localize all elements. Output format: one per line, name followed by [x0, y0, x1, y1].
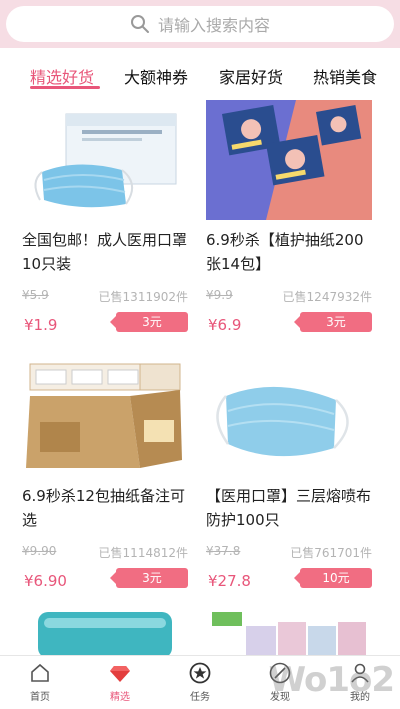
original-price: ¥9.90: [22, 544, 57, 558]
sale-price: ¥6.9: [208, 316, 242, 334]
product-title: 【医用口罩】三层熔喷布防护100只: [206, 487, 372, 529]
search-placeholder: 请输入搜索内容: [157, 16, 270, 35]
tabbar-item-featured[interactable]: 精选: [90, 662, 150, 703]
diamond-icon: [110, 666, 130, 682]
product-title: 6.9秒杀12包抽纸备注可选: [22, 487, 185, 529]
sale-price: ¥6.90: [24, 572, 67, 590]
tabbar-label: 任务: [190, 692, 210, 703]
search-bar[interactable]: 请输入搜索内容: [6, 6, 394, 42]
product-image-tissue-box[interactable]: [22, 356, 188, 476]
sale-price: ¥1.9: [24, 316, 58, 334]
product-title: 6.9秒杀【植护抽纸200张14包】: [206, 231, 364, 273]
site-watermark: Wo1o2: [268, 660, 395, 700]
product-image-tissue[interactable]: [206, 100, 372, 220]
category-tabs: 精选好货 大额神券 家居好货 热销美食: [0, 56, 400, 100]
tab-home-goods[interactable]: 家居好货: [219, 64, 283, 88]
product-image-medical-mask[interactable]: [206, 356, 372, 476]
product-title: 全国包邮！成人医用口罩10只装: [22, 231, 188, 273]
tab-hot-food[interactable]: 热销美食: [313, 64, 377, 88]
coupon-badge[interactable]: 3元: [110, 312, 188, 332]
product-image-partial[interactable]: [206, 608, 372, 658]
product-image-partial[interactable]: [22, 608, 188, 658]
tabbar-item-home[interactable]: 首页: [10, 662, 70, 703]
sold-count: 已售1247932件: [282, 290, 372, 304]
original-price: ¥37.8: [206, 544, 241, 558]
tab-selected-goods[interactable]: 精选好货: [30, 64, 94, 88]
product-card[interactable]: 6.9秒杀【植护抽纸200张14包】 ¥9.9 已售1247932件 ¥6.9 …: [206, 100, 376, 334]
home-icon: [31, 663, 49, 682]
search-icon: [130, 15, 149, 33]
coupon-badge[interactable]: 10元: [294, 568, 372, 588]
product-card[interactable]: 全国包邮！成人医用口罩10只装 ¥5.9 已售1311902件 ¥1.9 3元: [22, 100, 192, 334]
tabbar-item-tasks[interactable]: 任务: [170, 662, 230, 703]
tabbar-label: 精选: [110, 692, 130, 703]
star-badge-icon: [189, 662, 211, 684]
sold-count: 已售1311902件: [98, 290, 188, 304]
tabbar-label: 首页: [30, 692, 50, 703]
tab-big-coupons[interactable]: 大额神券: [124, 64, 188, 88]
sold-count: 已售1114812件: [98, 546, 188, 560]
coupon-badge[interactable]: 3元: [110, 568, 188, 588]
product-image-mask[interactable]: [22, 100, 188, 220]
product-card[interactable]: 【医用口罩】三层熔喷布防护100只 ¥37.8 已售761701件 ¥27.8 …: [206, 356, 376, 590]
product-card[interactable]: 6.9秒杀12包抽纸备注可选 ¥9.90 已售1114812件 ¥6.90 3元: [22, 356, 192, 590]
sale-price: ¥27.8: [208, 572, 251, 590]
coupon-badge[interactable]: 3元: [294, 312, 372, 332]
header-band: 请输入搜索内容: [0, 0, 400, 48]
sold-count: 已售761701件: [290, 546, 372, 560]
original-price: ¥5.9: [22, 288, 49, 302]
original-price: ¥9.9: [206, 288, 233, 302]
active-tab-indicator: [30, 86, 100, 89]
